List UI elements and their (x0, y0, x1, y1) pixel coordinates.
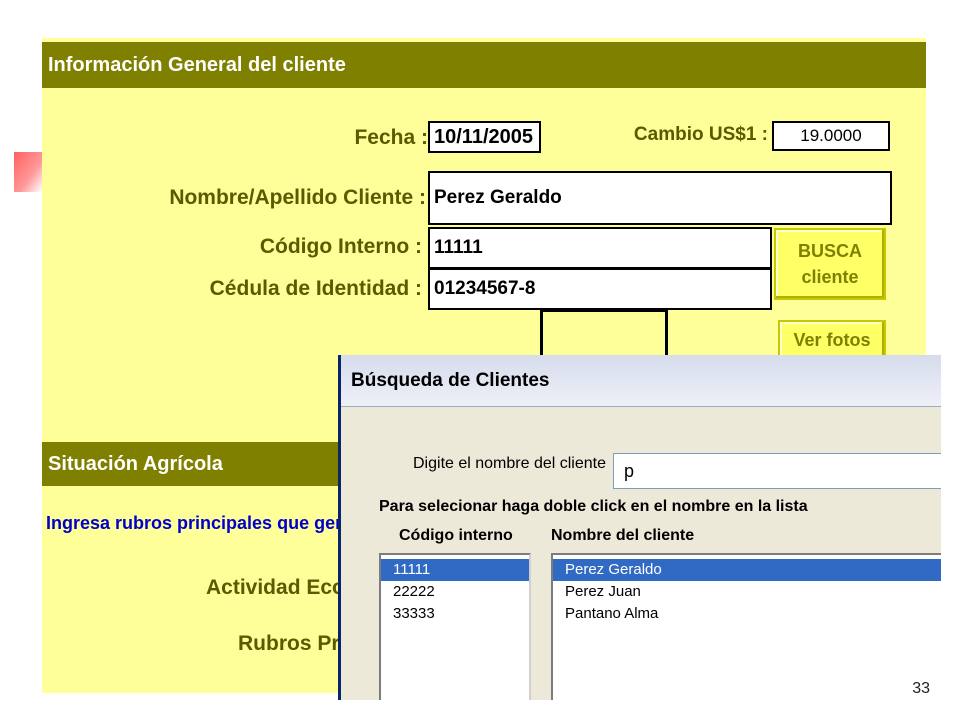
nombre-list-item[interactable]: Pantano Alma (553, 603, 941, 625)
busca-button-line1: BUSCA (797, 241, 862, 261)
fecha-field[interactable]: 10/11/2005 (428, 121, 541, 153)
codigo-list-item[interactable]: 11111 (381, 559, 529, 581)
cedula-field[interactable]: 01234567-8 (428, 268, 772, 310)
busca-button-line2: cliente (801, 267, 859, 287)
cambio-field[interactable]: 19.0000 (772, 121, 890, 151)
ver-fotos-button[interactable]: Ver fotos (778, 320, 886, 360)
fecha-label: Fecha : (354, 126, 428, 149)
dialog-instruction: Para selecionar haga doble click en el n… (379, 498, 808, 515)
nombre-list-item[interactable]: Perez Juan (553, 581, 941, 603)
slide-number: 33 (912, 680, 930, 697)
codigo-listbox[interactable]: 11111 22222 33333 (379, 553, 531, 700)
codigo-label: Código Interno : (259, 235, 422, 258)
cambio-label: Cambio US$1 : (633, 124, 768, 145)
busqueda-clientes-dialog: Búsqueda de Clientes Digite el nombre de… (338, 355, 941, 700)
nombre-column-header: Nombre del cliente (551, 527, 695, 544)
codigo-list-item[interactable]: 33333 (381, 603, 529, 625)
section-title-general: Información General del cliente (42, 42, 926, 88)
codigo-list-item[interactable]: 22222 (381, 581, 529, 603)
rubros-instruction: Ingresa rubros principales que gener (46, 513, 364, 533)
nombre-field[interactable]: Perez Geraldo (428, 171, 892, 225)
client-search-input[interactable]: p (613, 453, 941, 489)
busca-cliente-button[interactable]: BUSCA cliente (774, 228, 886, 300)
dialog-title: Búsqueda de Clientes (341, 355, 941, 407)
nombre-listbox[interactable]: Perez Geraldo Perez Juan Pantano Alma (551, 553, 941, 700)
cedula-label: Cédula de Identidad : (209, 277, 422, 300)
codigo-field[interactable]: 11111 (428, 227, 772, 269)
codigo-column-header: Código interno (399, 527, 513, 544)
nombre-label: Nombre/Apellido Cliente : (169, 186, 426, 209)
search-label: Digite el nombre del cliente (413, 455, 606, 472)
decorative-corner-shape (14, 152, 42, 192)
nombre-list-item[interactable]: Perez Geraldo (553, 559, 941, 581)
